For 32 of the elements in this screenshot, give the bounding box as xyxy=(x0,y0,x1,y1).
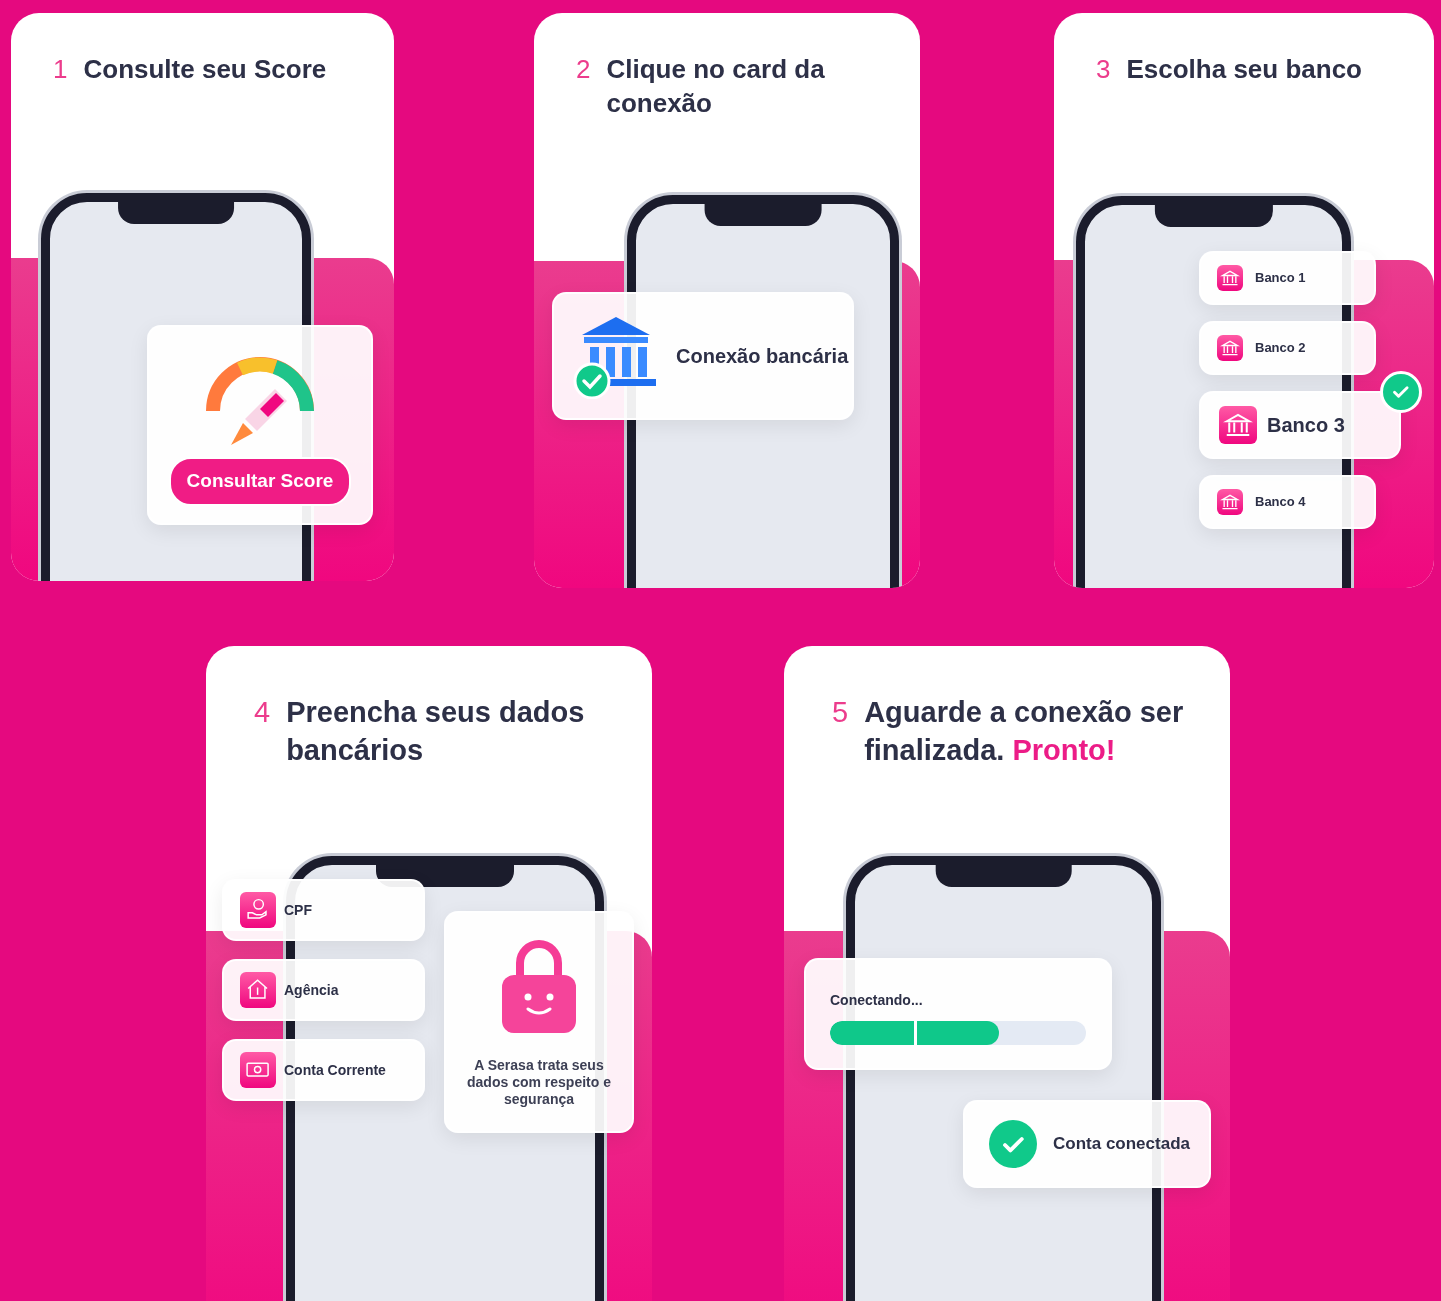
bank-item[interactable]: Banco 4 xyxy=(1199,475,1376,529)
step-title: Preencha seus dados bancários xyxy=(286,695,586,768)
security-note: A Serasa trata seus dados com respeito e segurança xyxy=(466,1057,612,1108)
step-number: 2 xyxy=(576,53,591,86)
form-field[interactable]: Conta Corrente xyxy=(222,1039,425,1101)
bill-icon xyxy=(240,1052,276,1088)
bank-icon xyxy=(1217,265,1243,291)
step-number: 3 xyxy=(1096,53,1111,86)
form-field[interactable]: Agência xyxy=(222,959,425,1021)
bank-icon xyxy=(1217,489,1243,515)
form-field[interactable]: CPF xyxy=(222,879,425,941)
step-title: Clique no card da conexão xyxy=(606,53,826,120)
step-title: Consulte seu Score xyxy=(83,53,327,86)
step-number: 4 xyxy=(254,695,271,730)
score-button[interactable]: Consultar Score xyxy=(168,457,352,506)
connection-card[interactable]: Conexão bancária xyxy=(552,292,854,420)
step-number: 5 xyxy=(832,695,849,730)
progress-label: Conectando... xyxy=(830,991,924,1010)
check-icon xyxy=(989,1120,1037,1168)
step-number: 1 xyxy=(53,53,68,86)
bank-item[interactable]: Banco 2 xyxy=(1199,321,1376,375)
status-card: Conta conectada xyxy=(963,1100,1211,1188)
house-icon xyxy=(240,972,276,1008)
bank-icon xyxy=(1219,406,1257,444)
bank-icon xyxy=(1217,335,1243,361)
coin-icon xyxy=(240,892,276,928)
bank-item[interactable]: Banco 3 xyxy=(1199,391,1401,459)
card-label: Conexão bancária xyxy=(676,344,849,369)
step-title: Escolha seu banco xyxy=(1126,53,1362,86)
lock-icon xyxy=(500,939,578,1035)
bank-item[interactable]: Banco 1 xyxy=(1199,251,1376,305)
step-title: Aguarde a conexão ser finalizada. Pronto! xyxy=(864,695,1185,768)
